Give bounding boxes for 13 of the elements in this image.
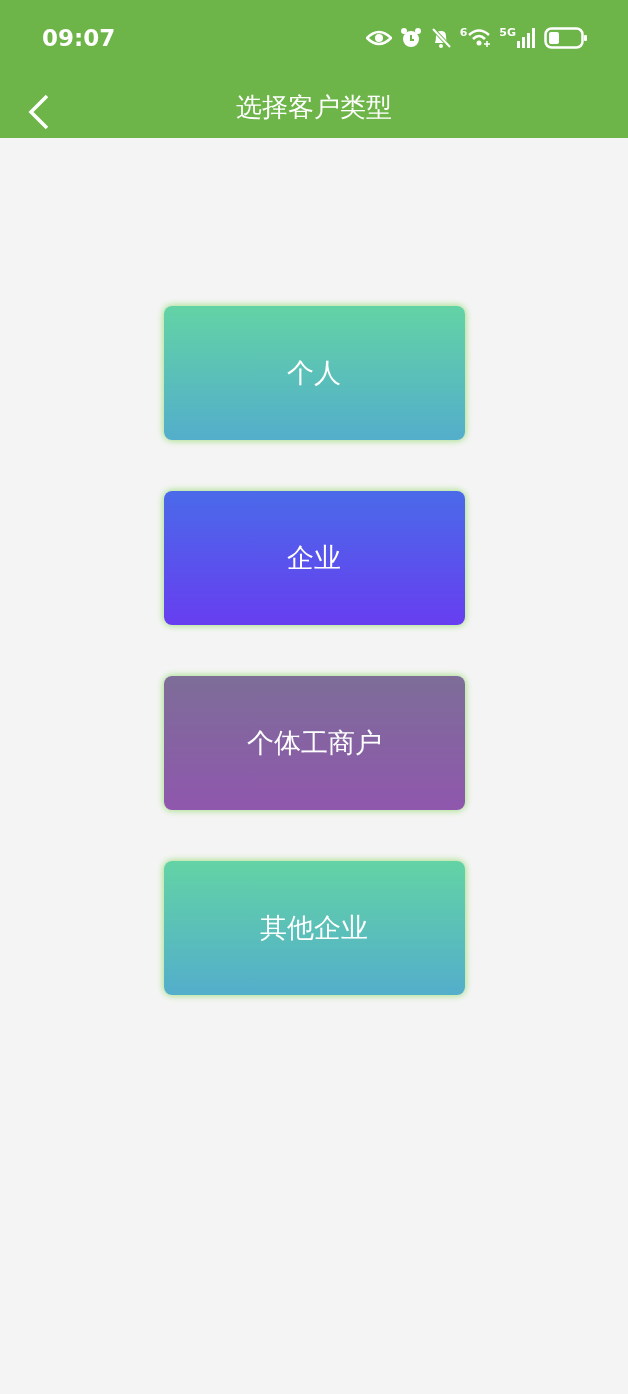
customer-type-button[interactable]: 个体工商户: [163, 676, 465, 810]
wifi-icon: [467, 27, 492, 49]
signal-icon: [516, 27, 536, 49]
wifi-generation-label: 6: [459, 27, 468, 38]
muted-bell-icon: [429, 27, 452, 49]
battery-icon: [544, 27, 588, 49]
eye-icon: [365, 30, 392, 46]
page-title: 选择客户类型: [236, 90, 392, 124]
back-icon: [28, 94, 50, 130]
alarm-clock-icon: [399, 27, 422, 49]
status-time: 09:07: [42, 25, 116, 51]
customer-type-button[interactable]: 企业: [163, 491, 465, 625]
network-type: 5G: [499, 27, 516, 38]
